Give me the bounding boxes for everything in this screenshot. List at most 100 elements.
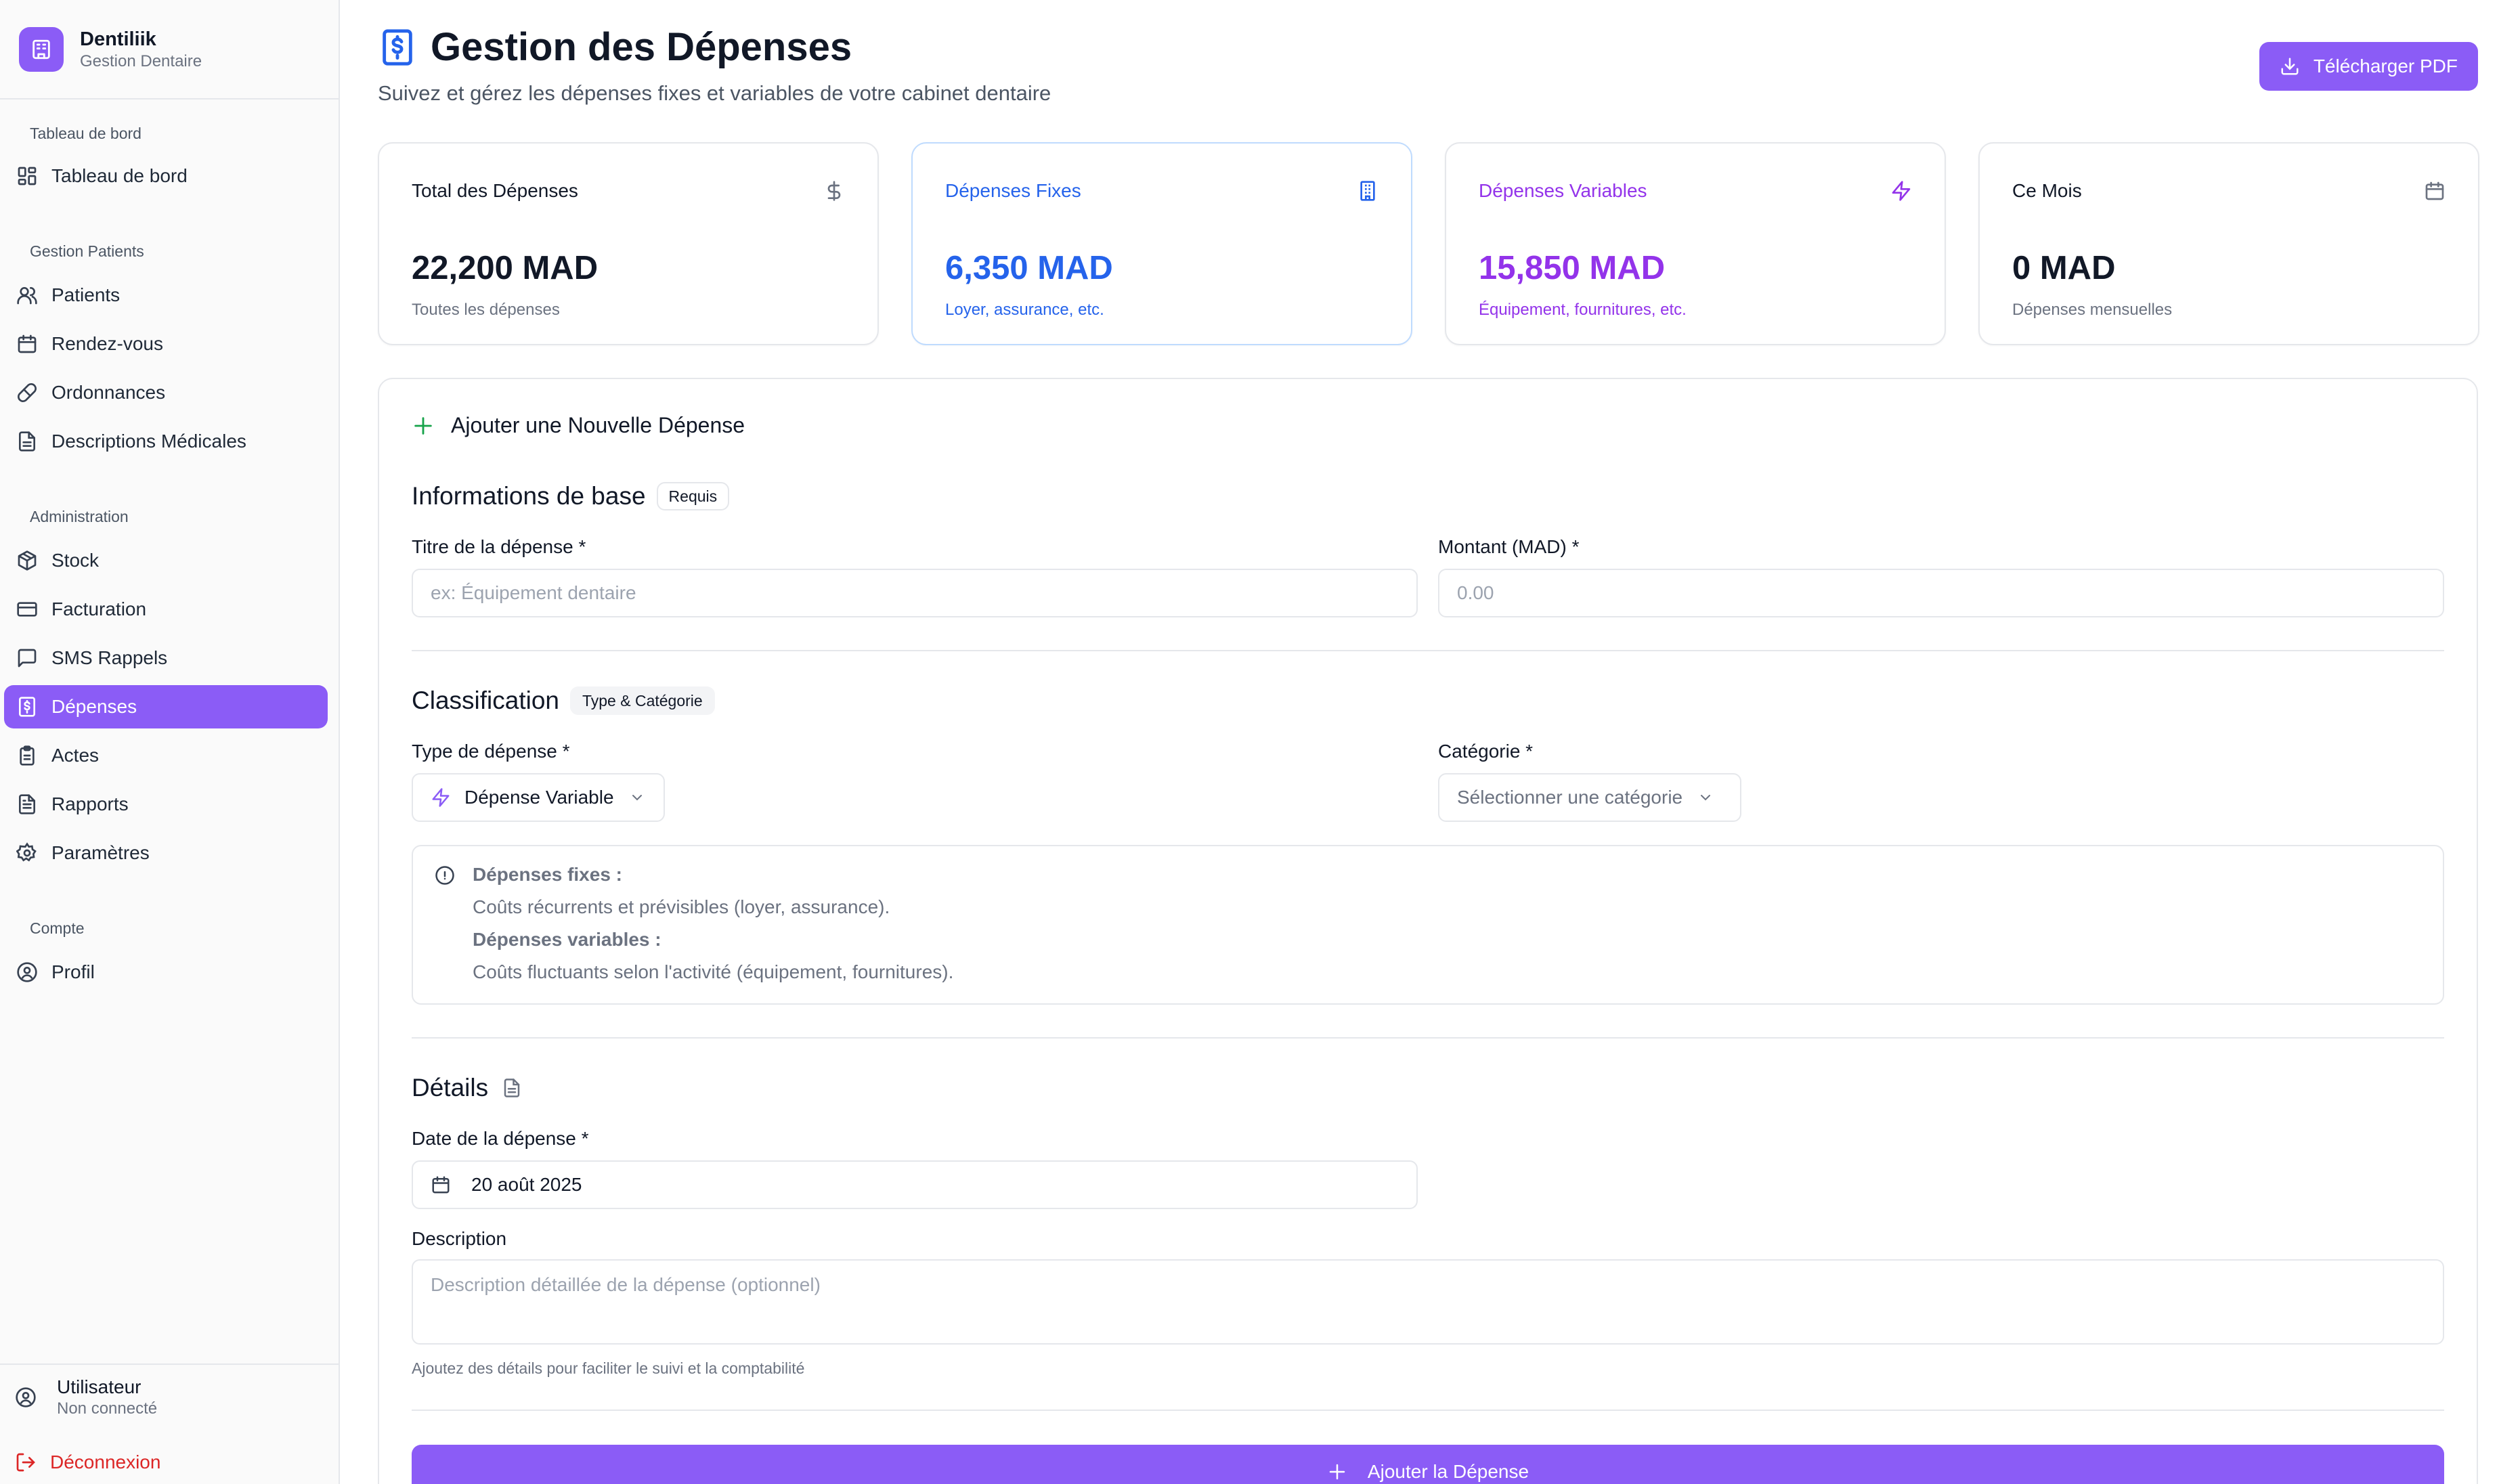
chevron-down-icon <box>1697 789 1714 806</box>
file-report-icon <box>16 793 38 815</box>
add-expense-label: Ajouter la Dépense <box>1367 1461 1529 1482</box>
expense-date-label: Date de la dépense * <box>412 1128 589 1149</box>
logout-icon <box>15 1452 37 1473</box>
stat-sub: Dépenses mensuelles <box>2012 301 2173 319</box>
sidebar-item-patients[interactable]: Patients <box>4 274 328 317</box>
users-icon <box>16 284 38 306</box>
receipt-icon <box>378 28 417 67</box>
stat-label: Total des Dépenses <box>412 180 578 201</box>
sidebar-item-label: Descriptions Médicales <box>51 431 246 452</box>
calendar-icon <box>431 1175 451 1195</box>
dollar-icon <box>823 180 845 202</box>
sidebar-item-label: Actes <box>51 745 100 766</box>
message-square-icon <box>16 647 38 669</box>
sidebar-item-procedures[interactable]: Actes <box>4 734 328 777</box>
building-icon <box>1357 180 1378 202</box>
brand-subtitle: Gestion Dentaire <box>80 51 202 70</box>
sidebar-item-label: Stock <box>51 550 100 571</box>
plus-icon <box>412 414 435 437</box>
pill-icon <box>16 382 38 403</box>
grid-icon <box>16 165 38 187</box>
calendar-icon <box>2424 180 2446 202</box>
brand-name: Dentiliik <box>80 28 156 50</box>
sidebar-item-billing[interactable]: Facturation <box>4 588 328 631</box>
add-expense-form: Ajouter une Nouvelle Dépense Information… <box>378 378 2478 1484</box>
stat-value: 0 MAD <box>2012 250 2116 286</box>
sidebar-item-label: Profil <box>51 961 95 982</box>
divider <box>412 650 2444 651</box>
amount-label: Montant (MAD) * <box>1438 536 1580 557</box>
sidebar-item-sms-reminders[interactable]: SMS Rappels <box>4 636 328 680</box>
file-text-icon <box>16 431 38 452</box>
amount-placeholder: 0.00 <box>1457 582 1494 603</box>
stat-sub: Loyer, assurance, etc. <box>945 301 1104 319</box>
file-text-icon <box>502 1078 522 1098</box>
expense-title-label: Titre de la dépense * <box>412 536 586 557</box>
type-category-badge: Type & Catégorie <box>569 686 715 715</box>
clipboard-icon <box>16 745 38 766</box>
expense-type-select[interactable]: Dépense Variable <box>412 773 665 822</box>
section-title: Informations de base <box>412 482 646 510</box>
form-title-label: Ajouter une Nouvelle Dépense <box>451 413 745 437</box>
sidebar-item-label: SMS Rappels <box>51 647 168 668</box>
section-basic-info: Informations de base Requis <box>412 482 730 510</box>
sidebar-item-stock[interactable]: Stock <box>4 539 328 582</box>
sidebar-item-appointments[interactable]: Rendez-vous <box>4 322 328 366</box>
chevron-down-icon <box>629 789 645 806</box>
sidebar-item-dashboard[interactable]: Tableau de bord <box>4 154 328 198</box>
page-header: Gestion des Dépenses Suivez et gérez les… <box>378 23 1051 106</box>
section-classification: Classification Type & Catégorie <box>412 686 715 715</box>
description-label: Description <box>412 1228 507 1249</box>
sidebar-item-expenses[interactable]: Dépenses <box>4 685 328 728</box>
stat-card-variable: Dépenses Variables 15,850 MAD Équipement… <box>1445 142 1946 345</box>
amount-input[interactable]: 0.00 <box>1438 569 2444 617</box>
sidebar-item-label: Facturation <box>51 598 147 619</box>
expense-type-label: Type de dépense * <box>412 741 570 762</box>
nav-section-admin: Administration <box>30 508 129 525</box>
user-name: Utilisateur <box>57 1376 142 1397</box>
section-title: Classification <box>412 686 559 714</box>
sidebar-item-label: Paramètres <box>51 842 150 863</box>
info-variable-desc: Coûts fluctuants selon l'activité (équip… <box>473 961 954 982</box>
divider <box>412 1037 2444 1039</box>
user-block[interactable]: Utilisateur Non connecté <box>15 1376 157 1419</box>
sidebar-item-label: Patients <box>51 284 121 305</box>
sidebar-item-label: Tableau de bord <box>51 165 188 186</box>
page-subtitle: Suivez et gérez les dépenses fixes et va… <box>378 81 1051 105</box>
download-pdf-label: Télécharger PDF <box>2313 56 2458 77</box>
sidebar-item-label: Dépenses <box>51 696 137 717</box>
logout-label: Déconnexion <box>50 1452 161 1472</box>
receipt-icon <box>16 696 38 718</box>
download-pdf-button[interactable]: Télécharger PDF <box>2259 42 2478 91</box>
brand-logo-icon <box>19 26 64 72</box>
zap-icon <box>431 787 451 808</box>
user-circle-icon <box>16 961 38 983</box>
expense-title-input[interactable]: ex: Équipement dentaire <box>412 569 1418 617</box>
sidebar-item-reports[interactable]: Rapports <box>4 783 328 826</box>
user-status: Non connecté <box>57 1399 158 1418</box>
expense-date-input[interactable]: 20 août 2025 <box>412 1160 1418 1209</box>
main-content: Gestion des Dépenses Suivez et gérez les… <box>340 0 2520 1484</box>
category-placeholder: Sélectionner une catégorie <box>1457 787 1683 808</box>
sidebar-item-settings[interactable]: Paramètres <box>4 831 328 875</box>
divider <box>412 1410 2444 1411</box>
stat-card-fixed: Dépenses Fixes 6,350 MAD Loyer, assuranc… <box>911 142 1412 345</box>
sidebar-item-prescriptions[interactable]: Ordonnances <box>4 371 328 414</box>
sidebar-item-label: Ordonnances <box>51 382 166 403</box>
section-title: Détails <box>412 1074 489 1101</box>
sidebar-item-medical-descriptions[interactable]: Descriptions Médicales <box>4 420 328 463</box>
stat-label: Dépenses Fixes <box>945 180 1081 201</box>
stat-value: 15,850 MAD <box>1479 250 1666 286</box>
package-icon <box>16 550 38 571</box>
category-select[interactable]: Sélectionner une catégorie <box>1438 773 1741 822</box>
sidebar-item-profile[interactable]: Profil <box>4 951 328 994</box>
description-textarea[interactable]: Description détaillée de la dépense (opt… <box>412 1259 2444 1345</box>
logout-button[interactable]: Déconnexion <box>15 1452 160 1473</box>
required-badge: Requis <box>656 482 730 510</box>
add-expense-button[interactable]: Ajouter la Dépense <box>412 1445 2444 1484</box>
info-variable-title: Dépenses variables : <box>473 929 661 950</box>
sidebar-item-label: Rendez-vous <box>51 333 163 354</box>
expense-title-placeholder: ex: Équipement dentaire <box>431 582 636 603</box>
stat-value: 6,350 MAD <box>945 250 1113 286</box>
stat-card-total: Total des Dépenses 22,200 MAD Toutes les… <box>378 142 879 345</box>
